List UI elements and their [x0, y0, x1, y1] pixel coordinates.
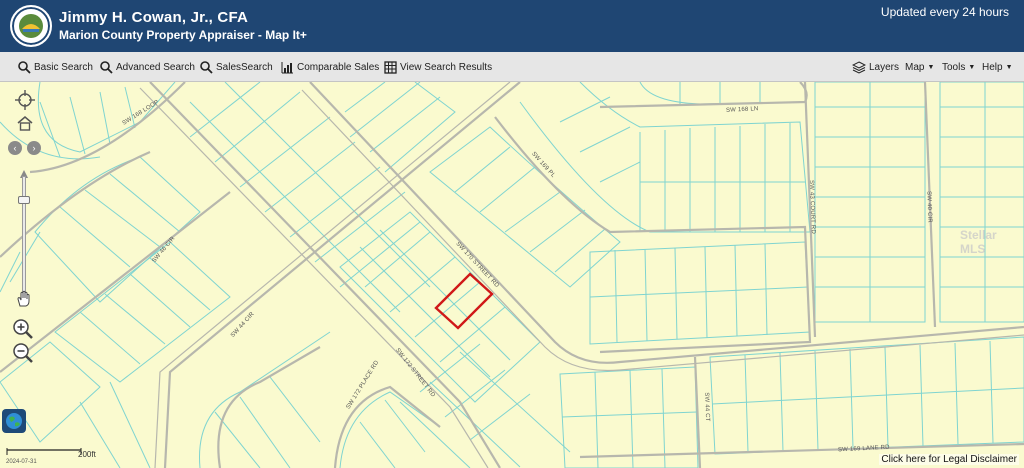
tools-menu[interactable]: Tools ▼: [942, 52, 975, 82]
map-canvas[interactable]: SW 168 LOOP SW 168 LN SW 169 PL SW 170 S…: [0, 82, 1024, 468]
chevron-right-icon: ›: [32, 143, 36, 153]
bar-chart-icon: [281, 61, 293, 73]
table-icon: [384, 60, 397, 74]
comparable-sales-button[interactable]: Comparable Sales: [281, 52, 379, 82]
view-search-results-button[interactable]: View Search Results: [384, 52, 492, 82]
pan-left-button[interactable]: ‹: [8, 141, 22, 155]
globe-icon: [6, 413, 22, 429]
caret-down-icon: ▼: [1005, 63, 1013, 71]
help-menu-label: Help: [982, 61, 1003, 73]
map-menu-label: Map: [905, 61, 925, 73]
legal-disclaimer-link[interactable]: Click here for Legal Disclaimer: [879, 454, 1019, 465]
scale-bar-label: 200ft: [78, 450, 96, 459]
basic-search-label: Basic Search: [34, 61, 93, 73]
locate-me-button[interactable]: [15, 90, 35, 115]
hand-icon: [17, 290, 30, 307]
tools-menu-label: Tools: [942, 61, 966, 73]
appraiser-seal-logo: [10, 5, 52, 47]
main-toolbar: Basic Search Advanced Search SalesSearch…: [0, 52, 1024, 82]
advanced-search-button[interactable]: Advanced Search: [100, 52, 195, 82]
zoom-slider-handle[interactable]: [18, 196, 30, 204]
comparable-sales-label: Comparable Sales: [297, 61, 380, 73]
zoom-in-button[interactable]: [12, 318, 34, 345]
basemap-toggle-button[interactable]: [2, 409, 26, 433]
update-notice: Updated every 24 hours: [880, 5, 1009, 19]
street-label: SW 44 CT: [703, 392, 711, 422]
app-title: Jimmy H. Cowan, Jr., CFA: [59, 9, 249, 26]
caret-down-icon: ▼: [927, 63, 935, 71]
help-menu[interactable]: Help ▼: [982, 52, 1013, 82]
home-icon: [17, 116, 33, 131]
search-icon: [18, 60, 31, 74]
pan-right-button[interactable]: ›: [27, 141, 41, 155]
street-label: SW 40 CIR: [925, 190, 933, 224]
parcel-map[interactable]: [0, 82, 1024, 468]
zoom-in-icon: [13, 319, 33, 339]
chevron-left-icon: ‹: [13, 143, 17, 153]
search-icon: [200, 60, 213, 74]
pan-hand-button[interactable]: [15, 290, 33, 313]
zoom-out-icon: [13, 343, 33, 363]
crosshair-icon: [15, 90, 35, 110]
app-header: Jimmy H. Cowan, Jr., CFA Marion County P…: [0, 0, 1024, 52]
layers-icon: [852, 60, 866, 74]
map-menu[interactable]: Map ▼: [905, 52, 934, 82]
sales-search-button[interactable]: SalesSearch: [200, 52, 273, 82]
map-date: 2024-07-31: [6, 459, 37, 465]
search-icon: [100, 60, 113, 74]
zoom-slider-track[interactable]: [22, 176, 26, 292]
home-button[interactable]: [16, 115, 34, 136]
view-search-results-label: View Search Results: [400, 61, 493, 73]
layers-button[interactable]: Layers: [852, 52, 899, 82]
sales-search-label: SalesSearch: [216, 61, 273, 73]
caret-down-icon: ▼: [968, 63, 976, 71]
basic-search-button[interactable]: Basic Search: [18, 52, 93, 82]
app-subtitle: Marion County Property Appraiser - Map I…: [59, 28, 307, 42]
layers-label: Layers: [869, 61, 900, 73]
advanced-search-label: Advanced Search: [116, 61, 195, 73]
zoom-out-button[interactable]: [12, 342, 34, 369]
watermark-text: Stellar MLS: [960, 228, 997, 256]
